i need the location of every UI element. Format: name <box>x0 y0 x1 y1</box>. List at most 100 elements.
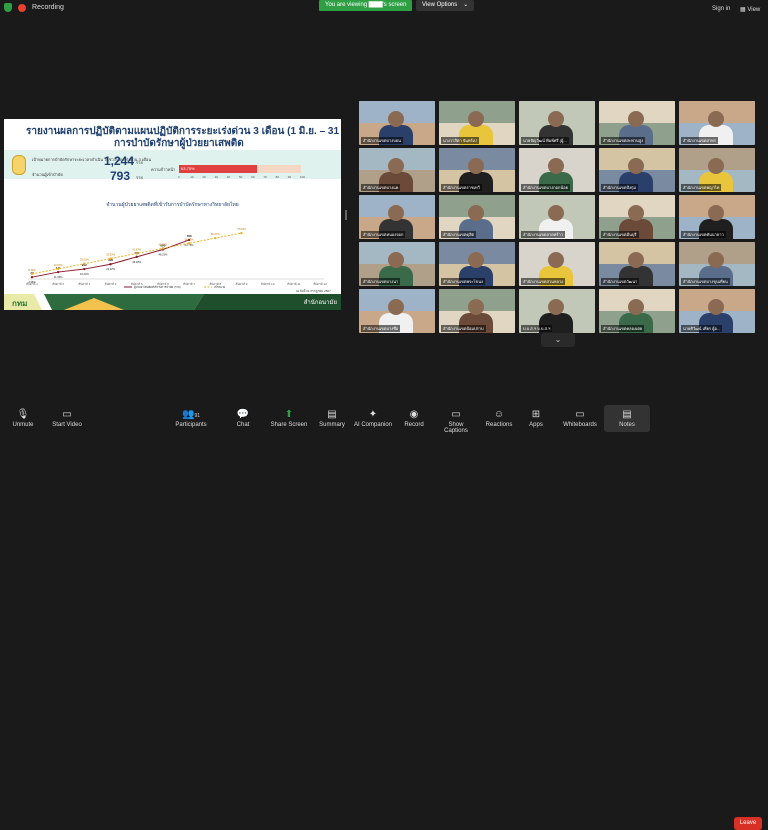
participant-tile[interactable]: สำนักงานเขตป้อมปราบ <box>439 289 515 333</box>
chat-icon: 💬 <box>236 409 250 420</box>
participant-tile[interactable]: สำนักงานเขตวัฒนา <box>599 242 675 286</box>
participant-tile[interactable]: สำนักงานเขตบางแค <box>359 148 435 192</box>
participant-name: สำนักงานเขตมีนบุรี <box>601 231 639 238</box>
legend-label: ผู้ป่วยยาเสพติดที่เข้ารับการบำบัด (ราย) <box>134 285 181 289</box>
participant-name: สำนักงานเขตราชเทวี <box>441 184 482 191</box>
data-point <box>109 257 112 260</box>
view-options-button[interactable]: View Options ⌄ <box>416 0 475 11</box>
participant-tile[interactable]: สำนักงานเขตราชเทวี <box>439 148 515 192</box>
data-label: 41.67% <box>132 247 141 251</box>
data-point <box>30 275 34 279</box>
data-label: 36.18% <box>132 260 141 264</box>
data-label: 11.34% <box>54 275 63 279</box>
data-label: 8.33% <box>28 268 36 272</box>
participant-name: สำนักงานเขตบางนา <box>361 278 401 285</box>
participant-tile[interactable]: สำนักงานเขตบึงกุ่ม <box>599 148 675 192</box>
participant-tile[interactable]: สำนักงานเขตสะพานสูง <box>599 101 675 145</box>
participant-name: สำนักงานเขตบางกอกน้อย <box>521 184 570 191</box>
x-tick-label: สัปดาห์ 2 <box>52 282 64 286</box>
leave-button[interactable]: Leave <box>734 817 762 830</box>
notes-icon: ▤ <box>622 409 632 420</box>
participant-head <box>708 252 724 268</box>
top-bar: Recording You are viewing ▇▇▇'s screen V… <box>0 0 768 20</box>
x-tick-label: สัปดาห์ 4 <box>104 282 116 286</box>
participant-tile[interactable]: บ.บ.ส.ฯ บ.บ.ส.ฯ <box>519 289 595 333</box>
record-button[interactable]: ◉ Record <box>402 405 426 432</box>
show-captions-button[interactable]: ▭ Show Captions <box>436 405 476 434</box>
splitter-handle[interactable] <box>345 210 347 220</box>
participant-tile[interactable]: สำนักงานเขตหนองจอก <box>359 195 435 239</box>
data-label: 50.00% <box>159 242 168 246</box>
data-label: 75.00% <box>237 227 246 231</box>
participant-tile[interactable]: สำนักงานเขตบางขุนเทียน <box>679 242 755 286</box>
participant-tile[interactable]: สำนักงานเขตบางบอน <box>359 101 435 145</box>
participant-head <box>548 205 564 221</box>
participant-name: สำนักงานเขตสะพานสูง <box>601 137 646 144</box>
summary-button[interactable]: ▤ Summary <box>318 405 346 432</box>
participant-name: สำนักงานเขตสาทร <box>681 137 718 144</box>
sign-in-button[interactable]: Sign in <box>712 6 730 12</box>
participants-button[interactable]: 👥91 Participants <box>174 405 208 432</box>
recording-indicator: Recording <box>4 3 64 12</box>
participant-tile[interactable]: สำนักงานเขตมีนบุรี <box>599 195 675 239</box>
data-point <box>109 263 112 266</box>
whiteboards-button[interactable]: ▭ Whiteboards <box>562 405 598 432</box>
gallery-next-button[interactable]: ⌄ <box>541 333 575 347</box>
data-label: 48.23% <box>159 252 168 256</box>
participant-head <box>628 252 644 268</box>
x-tick-label: สัปดาห์ 3 <box>78 282 90 286</box>
view-label: View <box>747 7 761 13</box>
data-label: 33.33% <box>106 253 115 257</box>
participant-tile[interactable]: สำนักงานเขตบางซื่อ <box>359 289 435 333</box>
chevron-down-icon: ⌄ <box>554 335 562 344</box>
participant-name: บ.บ.ส.ฯ บ.บ.ส.ฯ <box>521 325 553 332</box>
view-button[interactable]: ▦ View <box>740 6 760 13</box>
start-video-button[interactable]: ▭ Start Video <box>50 405 84 432</box>
share-screen-icon: ⬆ <box>284 409 294 420</box>
participant-tile[interactable]: สำนักงานเขตพระโขนง <box>439 242 515 286</box>
participant-head <box>548 111 564 127</box>
participant-tile[interactable]: สำนักงานเขตคลองเตย <box>599 289 675 333</box>
record-dot-icon <box>18 3 26 12</box>
participant-tile[interactable]: สำนักงานเขตคันนายาว <box>679 195 755 239</box>
participant-tile[interactable]: นายศิวัฒน์ เพียร ผู้อ... <box>679 289 755 333</box>
unmute-button[interactable]: 🎙 Unmute <box>8 405 38 432</box>
sparkle-icon: ✦ <box>368 409 378 420</box>
participant-name: สำนักงานเขตพญาไท <box>681 184 722 191</box>
participant-head <box>548 252 564 268</box>
data-label: 58.33% <box>185 237 194 241</box>
participant-head <box>468 158 484 174</box>
participant-tile[interactable]: สำนักงานเขตบางนา <box>359 242 435 286</box>
participant-head <box>548 158 564 174</box>
participant-tile[interactable]: สำนักงานเขตสาทร <box>679 101 755 145</box>
chat-button[interactable]: 💬 Chat <box>232 405 254 432</box>
participant-head <box>468 299 484 315</box>
participant-head <box>468 205 484 221</box>
ai-companion-button[interactable]: ✦ AI Companion <box>352 405 394 432</box>
participant-tile[interactable]: สำนักงานเขตดุสิต <box>439 195 515 239</box>
recording-label: Recording <box>32 4 64 11</box>
video-off-icon: ▭ <box>62 409 72 420</box>
participant-name: สำนักงานเขตบึงกุ่ม <box>601 184 639 191</box>
participant-tile[interactable]: สำนักงานเขตสวนหลวง <box>519 242 595 286</box>
footer-band <box>4 294 341 310</box>
data-label: 16.67% <box>54 263 63 267</box>
data-point <box>83 267 86 271</box>
share-screen-button[interactable]: ⬆ Share Screen <box>270 405 308 432</box>
participant-tile[interactable]: สำนักงานเขตพญาไท <box>679 148 755 192</box>
participant-tile[interactable]: สำนักงานเขตบางกอกน้อย <box>519 148 595 192</box>
data-point <box>135 252 138 255</box>
data-point <box>135 255 138 259</box>
captions-icon: ▭ <box>451 409 461 420</box>
participant-tile[interactable]: นางวาสิตา จันทร์เป <box>439 101 515 145</box>
participant-name: สำนักงานเขตคันนายาว <box>681 231 726 238</box>
participant-tile[interactable]: สำนักงานเขตลาดพร้าว <box>519 195 595 239</box>
grid-icon: ▦ <box>740 7 746 13</box>
viewing-banner: You are viewing ▇▇▇'s screen <box>319 0 413 11</box>
participant-tile[interactable]: นายปัญวัฒน์ พิมพ์ศรี (ผู้... <box>519 101 595 145</box>
reactions-button[interactable]: ☺ Reactions <box>484 405 514 432</box>
apps-button[interactable]: ⊞ Apps <box>526 405 546 432</box>
notes-button[interactable]: ▤ Notes <box>604 405 650 432</box>
x-tick-label: สัปดาห์ 11 <box>287 282 301 286</box>
participant-name: สำนักงานเขตบางซื่อ <box>361 325 401 332</box>
